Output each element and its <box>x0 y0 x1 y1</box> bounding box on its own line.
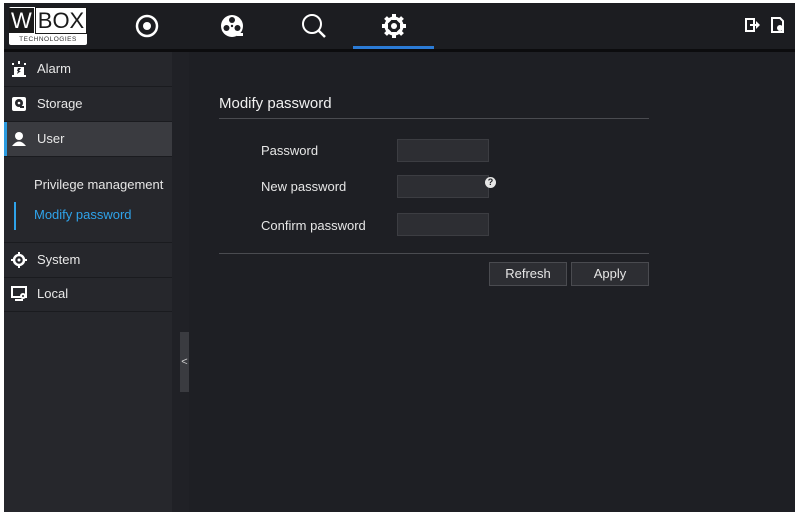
refresh-button[interactable]: Refresh <box>489 262 567 286</box>
live-view-icon[interactable] <box>132 11 162 41</box>
local-monitor-icon <box>11 286 27 302</box>
logout-icon[interactable] <box>745 17 761 33</box>
new-password-label: New password <box>261 179 347 194</box>
sidebar-item-user[interactable]: User <box>4 122 172 157</box>
sidebar-item-label: Storage <box>37 96 83 111</box>
search-icon[interactable] <box>299 11 329 41</box>
user-icon <box>11 131 27 147</box>
subitem-privilege-management[interactable]: Privilege management <box>4 172 172 198</box>
form-divider <box>219 253 649 254</box>
sidebar-item-label: Local <box>37 286 69 301</box>
password-label: Password <box>261 143 319 158</box>
sidebar-item-label: Alarm <box>37 61 71 76</box>
storage-icon <box>11 96 27 112</box>
logo-tagline: TECHNOLOGIES <box>19 36 77 43</box>
subitem-label: Modify password <box>34 207 132 222</box>
sidebar-item-storage[interactable]: Storage <box>4 87 172 122</box>
export-file-icon[interactable] <box>770 17 786 33</box>
title-divider <box>219 118 649 119</box>
sidebar-item-label: User <box>37 131 65 146</box>
logo-box: BOX <box>34 7 88 34</box>
system-gear-icon <box>11 252 27 268</box>
password-field[interactable] <box>397 139 489 162</box>
alarm-icon <box>11 61 27 77</box>
apply-button[interactable]: Apply <box>571 262 649 286</box>
active-indicator <box>14 202 16 230</box>
playback-icon[interactable] <box>217 11 247 41</box>
main-content: Modify password Password New password ? … <box>189 52 795 512</box>
new-password-field[interactable] <box>397 175 489 198</box>
confirm-password-field[interactable] <box>397 213 489 236</box>
active-indicator <box>4 122 7 156</box>
top-navigation-bar: W BOX TECHNOLOGIES <box>4 3 795 49</box>
subitem-modify-password[interactable]: Modify password <box>4 202 172 230</box>
sidebar-item-alarm[interactable]: Alarm <box>4 52 172 87</box>
help-icon[interactable]: ? <box>485 177 496 188</box>
confirm-password-label: Confirm password <box>261 218 366 233</box>
settings-icon[interactable] <box>379 11 409 41</box>
brand-logo: W BOX TECHNOLOGIES <box>9 7 88 45</box>
sidebar-item-system[interactable]: System <box>4 242 172 278</box>
sidebar-item-label: System <box>37 252 81 267</box>
subitem-label: Privilege management <box>34 177 164 192</box>
sidebar: Alarm Storage User Privilege management … <box>4 52 172 512</box>
app-window: W BOX TECHNOLOGIES Alarm Storage User Pr… <box>4 3 795 512</box>
page-title: Modify password <box>219 95 332 112</box>
sidebar-item-local[interactable]: Local <box>4 277 172 312</box>
sidebar-collapse-handle[interactable]: < <box>180 332 189 392</box>
logo-w: W <box>9 8 34 33</box>
